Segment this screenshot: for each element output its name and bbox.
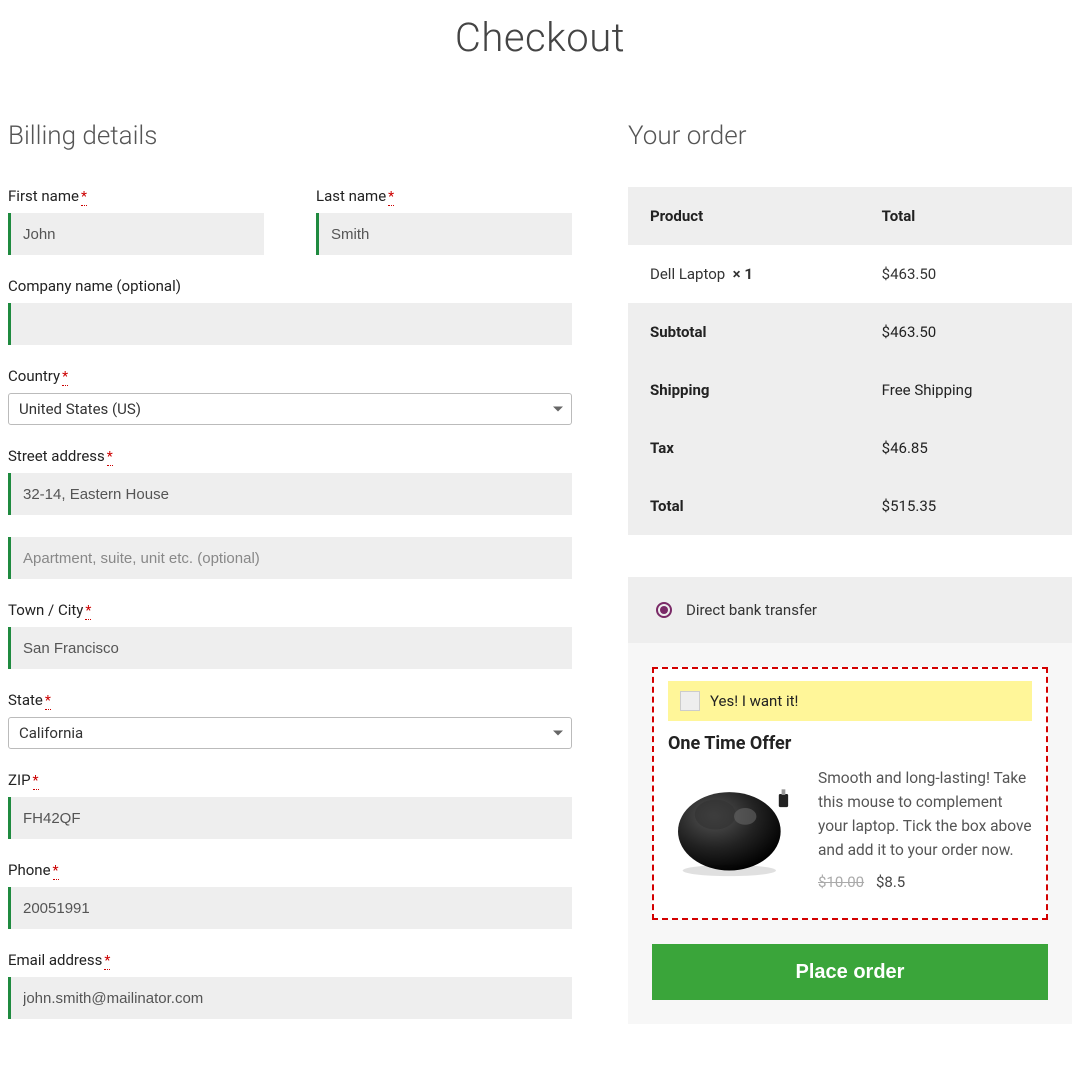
- page-title: Checkout: [8, 14, 1072, 61]
- phone-input[interactable]: [8, 887, 572, 929]
- first-name-field: First name*: [8, 187, 264, 255]
- company-label: Company name (optional): [8, 277, 572, 295]
- zip-input[interactable]: [8, 797, 572, 839]
- col-product: Product: [628, 187, 860, 245]
- offer-description-block: Smooth and long-lasting! Take this mouse…: [818, 766, 1032, 894]
- required-mark: *: [62, 369, 68, 386]
- street-field: Street address*: [8, 447, 572, 515]
- subtotal-label: Subtotal: [628, 303, 860, 361]
- place-order-button[interactable]: Place order: [652, 944, 1048, 1000]
- offer-opt-in-row: Yes! I want it!: [668, 681, 1032, 721]
- city-input[interactable]: [8, 627, 572, 669]
- shipping-label: Shipping: [628, 361, 860, 419]
- zip-field: ZIP*: [8, 771, 572, 839]
- order-item-row: Dell Laptop × 1 $463.50: [628, 245, 1072, 303]
- billing-heading: Billing details: [8, 121, 572, 151]
- phone-field: Phone*: [8, 861, 572, 929]
- payment-method-label: Direct bank transfer: [686, 601, 817, 619]
- required-mark: *: [388, 189, 394, 206]
- country-value: United States (US): [19, 400, 141, 418]
- chevron-down-icon: [553, 731, 563, 736]
- state-label: State*: [8, 691, 572, 709]
- payment-method-row[interactable]: Direct bank transfer: [628, 577, 1072, 643]
- first-name-input[interactable]: [8, 213, 264, 255]
- email-input[interactable]: [8, 977, 572, 1019]
- offer-new-price: $8.5: [876, 873, 905, 891]
- radio-selected-icon: [656, 602, 672, 618]
- billing-column: Billing details First name* Last name* C…: [8, 121, 572, 1041]
- order-item-total: $463.50: [860, 245, 1072, 303]
- last-name-input[interactable]: [316, 213, 572, 255]
- required-mark: *: [104, 953, 110, 970]
- offer-product-image: [668, 766, 800, 878]
- offer-checkbox[interactable]: [680, 691, 700, 711]
- first-name-label: First name*: [8, 187, 264, 205]
- offer-opt-in-label: Yes! I want it!: [710, 692, 798, 710]
- subtotal-value: $463.50: [860, 303, 1072, 361]
- zip-label: ZIP*: [8, 771, 572, 789]
- city-field: Town / City*: [8, 601, 572, 669]
- order-item-name: Dell Laptop: [650, 265, 725, 283]
- state-select[interactable]: California: [8, 717, 572, 749]
- offer-old-price: $10.00: [818, 873, 864, 891]
- last-name-label: Last name*: [316, 187, 572, 205]
- offer-description: Smooth and long-lasting! Take this mouse…: [818, 766, 1032, 862]
- state-value: California: [19, 724, 83, 742]
- email-label: Email address*: [8, 951, 572, 969]
- street2-input[interactable]: [8, 537, 572, 579]
- required-mark: *: [85, 603, 91, 620]
- required-mark: *: [53, 863, 59, 880]
- order-item-qty: 1: [744, 265, 753, 283]
- street-input[interactable]: [8, 473, 572, 515]
- city-label: Town / City*: [8, 601, 572, 619]
- street2-field: [8, 537, 572, 579]
- one-time-offer: Yes! I want it! One Time Offer: [652, 667, 1048, 920]
- email-field: Email address*: [8, 951, 572, 1019]
- order-column: Your order Product Total Dell Laptop × 1…: [628, 121, 1072, 1041]
- required-mark: *: [107, 449, 113, 466]
- payment-box: Direct bank transfer Yes! I want it! One…: [628, 577, 1072, 1024]
- total-label: Total: [628, 477, 860, 535]
- country-select[interactable]: United States (US): [8, 393, 572, 425]
- street-label: Street address*: [8, 447, 572, 465]
- tax-label: Tax: [628, 419, 860, 477]
- tax-value: $46.85: [860, 419, 1072, 477]
- phone-label: Phone*: [8, 861, 572, 879]
- country-label: Country*: [8, 367, 572, 385]
- shipping-value: Free Shipping: [860, 361, 1072, 419]
- company-field: Company name (optional): [8, 277, 572, 345]
- state-field: State* California: [8, 691, 572, 749]
- offer-title: One Time Offer: [668, 733, 1032, 754]
- chevron-down-icon: [553, 407, 563, 412]
- required-mark: *: [81, 189, 87, 206]
- col-total: Total: [860, 187, 1072, 245]
- required-mark: *: [33, 773, 39, 790]
- order-heading: Your order: [628, 121, 1072, 151]
- required-mark: *: [45, 693, 51, 710]
- last-name-field: Last name*: [316, 187, 572, 255]
- country-field: Country* United States (US): [8, 367, 572, 425]
- order-table: Product Total Dell Laptop × 1 $463.50 Su…: [628, 187, 1072, 535]
- total-value: $515.35: [860, 477, 1072, 535]
- company-input[interactable]: [8, 303, 572, 345]
